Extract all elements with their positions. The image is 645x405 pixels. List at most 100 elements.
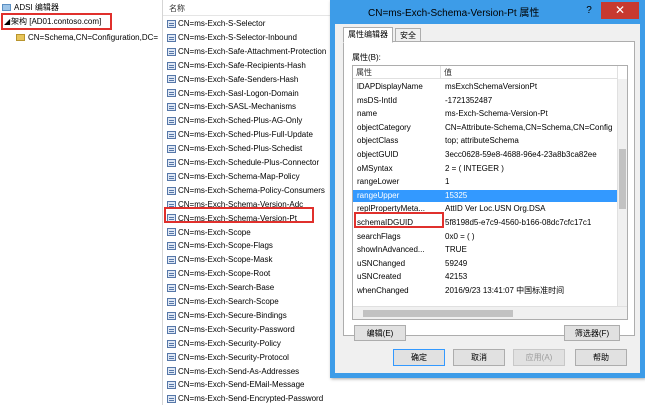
- attribute-object-icon: [167, 256, 176, 265]
- list-item-label: CN=ms-Exch-Send-As-Addresses: [178, 366, 300, 376]
- properties-dialog: CN=ms-Exch-Schema-Version-Pt 属性 ? ✕ 属性编辑…: [330, 0, 645, 378]
- tab-security[interactable]: 安全: [395, 28, 421, 42]
- column-header-value[interactable]: 值: [441, 66, 618, 79]
- vertical-scroll-thumb[interactable]: [619, 149, 626, 209]
- attribute-value: 59249: [445, 258, 468, 268]
- attribute-name: objectClass: [357, 136, 399, 146]
- attribute-value: 1: [445, 177, 450, 187]
- attribute-object-icon: [167, 325, 176, 334]
- tree-schema-label: CN=Schema,CN=Configuration,DC=: [28, 33, 159, 42]
- list-item[interactable]: CN=ms-Exch-Scope-Flags: [167, 240, 335, 252]
- list-item-label: CN=ms-Exch-Sched-Plus-Full-Update: [178, 130, 313, 140]
- attribute-name: searchFlags: [357, 231, 401, 241]
- cancel-button[interactable]: 取消: [453, 349, 505, 366]
- attribute-row[interactable]: objectGUID 3ecc0628-59e8-4688-96e4-23a8b3…: [353, 149, 618, 161]
- close-button[interactable]: ✕: [601, 2, 639, 19]
- list-item-label: CN=ms-Exch-Scope: [178, 227, 251, 237]
- list-item[interactable]: CN=ms-Exch-Send-As-Addresses: [167, 366, 335, 378]
- list-item[interactable]: CN=ms-Exch-Schema-Policy-Consumers: [167, 185, 335, 197]
- attribute-grid[interactable]: 属性 值 lDAPDisplayName msExchSchemaVersionP…: [352, 65, 628, 320]
- attribute-name: uSNCreated: [357, 272, 402, 282]
- list-item[interactable]: CN=ms-Exch-Secure-Bindings: [167, 310, 335, 322]
- attribute-object-icon: [167, 242, 176, 251]
- list-item[interactable]: CN=ms-Exch-Security-Protocol: [167, 352, 335, 364]
- help-button[interactable]: 帮助: [575, 349, 627, 366]
- list-item[interactable]: CN=ms-Exch-Safe-Recipients-Hash: [167, 60, 335, 72]
- attribute-object-icon: [167, 297, 176, 306]
- attribute-row[interactable]: uSNChanged 59249: [353, 258, 618, 270]
- attribute-object-icon: [167, 186, 176, 195]
- list-item[interactable]: CN=ms-Exch-Schedule-Plus-Connector: [167, 157, 335, 169]
- list-item-label: CN=ms-Exch-Sched-Plus-Schedist: [178, 144, 303, 154]
- list-item[interactable]: CN=ms-Exch-Security-Password: [167, 324, 335, 336]
- attribute-object-icon: [167, 103, 176, 112]
- list-item-label: CN=ms-Exch-Scope-Root: [178, 269, 271, 279]
- attribute-row[interactable]: objectCategory CN=Attribute-Schema,CN=Sch…: [353, 122, 618, 134]
- list-item-label: CN=ms-Exch-SASL-Mechanisms: [178, 102, 297, 112]
- attribute-row[interactable]: lDAPDisplayName msExchSchemaVersionPt: [353, 81, 618, 93]
- list-item[interactable]: CN=ms-Exch-Sched-Plus-AG-Only: [167, 115, 335, 127]
- attribute-object-icon: [167, 367, 176, 376]
- attribute-object-icon: [167, 172, 176, 181]
- list-item[interactable]: CN=ms-Exch-SASL-Mechanisms: [167, 101, 335, 113]
- list-item[interactable]: CN=ms-Exch-S-Selector: [167, 18, 335, 30]
- attribute-name: whenChanged: [357, 286, 409, 295]
- object-list-pane: 名称 CN=ms-Exch-S-Selector CN=ms-Exch-S-Sel…: [163, 0, 335, 405]
- tree-schema-node[interactable]: CN=Schema,CN=Configuration,DC=: [16, 32, 158, 44]
- dialog-titlebar[interactable]: CN=ms-Exch-Schema-Version-Pt 属性 ? ✕: [330, 0, 645, 24]
- attribute-row[interactable]: searchFlags 0x0 = ( ): [353, 231, 618, 243]
- attribute-editor-page: 属性(B): 属性 值 lDAPDisplayName msExchSchemaV…: [343, 41, 635, 341]
- list-header-name[interactable]: 名称: [163, 0, 335, 16]
- column-header-attribute[interactable]: 属性: [353, 66, 441, 79]
- attribute-row[interactable]: uSNCreated 42153: [353, 271, 618, 283]
- horizontal-scroll-thumb[interactable]: [363, 310, 513, 317]
- list-item[interactable]: CN=ms-Exch-Send-Encrypted-Password: [167, 393, 335, 405]
- attribute-row[interactable]: oMSyntax 2 = ( INTEGER ): [353, 163, 618, 175]
- attribute-value: -1721352487: [445, 95, 493, 105]
- horizontal-scrollbar[interactable]: [353, 306, 627, 319]
- filter-button[interactable]: 筛选器(F): [564, 325, 620, 341]
- list-item-label: CN=ms-Exch-Search-Base: [178, 283, 275, 293]
- list-item[interactable]: CN=ms-Exch-Scope: [167, 227, 335, 239]
- list-item-label: CN=ms-Exch-Safe-Senders-Hash: [178, 74, 299, 84]
- attribute-row[interactable]: whenChanged 2016/9/23 13:41:07 中国标准时间: [353, 285, 618, 297]
- list-item[interactable]: CN=ms-Exch-Search-Scope: [167, 296, 335, 308]
- attribute-value: ms-Exch-Schema-Version-Pt: [445, 109, 548, 119]
- list-item[interactable]: CN=ms-Exch-Safe-Attachment-Protection: [167, 46, 335, 58]
- list-item[interactable]: CN=ms-Exch-Scope-Root: [167, 268, 335, 280]
- edit-button[interactable]: 编辑(E): [354, 325, 406, 341]
- list-item[interactable]: CN=ms-Exch-Scope-Mask: [167, 254, 335, 266]
- list-item[interactable]: CN=ms-Exch-Safe-Senders-Hash: [167, 74, 335, 86]
- attribute-row[interactable]: name ms-Exch-Schema-Version-Pt: [353, 108, 618, 120]
- attribute-value: 0x0 = ( ): [445, 231, 475, 241]
- attribute-value: 2016/9/23 13:41:07 中国标准时间: [445, 286, 565, 295]
- tree-root-label: ADSI 编辑器: [14, 3, 59, 12]
- attribute-value: 3ecc0628-59e8-4688-96e4-23a8b3ca82ee: [445, 150, 597, 159]
- list-item-label: CN=ms-Exch-Send-EMail-Message: [178, 380, 305, 390]
- list-item[interactable]: CN=ms-Exch-Security-Policy: [167, 338, 335, 350]
- list-item-label: CN=ms-Exch-Send-Encrypted-Password: [178, 394, 324, 404]
- attribute-row[interactable]: rangeLower 1: [353, 176, 618, 188]
- attribute-name: rangeUpper: [357, 190, 400, 200]
- list-item[interactable]: CN=ms-Exch-Schema-Map-Policy: [167, 171, 335, 183]
- list-item[interactable]: CN=ms-Exch-Send-EMail-Message: [167, 379, 335, 391]
- list-item[interactable]: CN=ms-Exch-Sched-Plus-Full-Update: [167, 129, 335, 141]
- tab-attribute-editor[interactable]: 属性编辑器: [343, 27, 393, 43]
- vertical-scrollbar[interactable]: [617, 79, 627, 308]
- apply-button[interactable]: 应用(A): [513, 349, 565, 366]
- attribute-object-icon: [167, 353, 176, 362]
- attribute-object-icon: [167, 283, 176, 292]
- attribute-row[interactable]: msDS-IntId -1721352487: [353, 95, 618, 107]
- help-icon[interactable]: ?: [581, 4, 597, 18]
- dialog-body: 属性编辑器 安全 属性(B): 属性 值 lDAPDisplayName msEx…: [335, 24, 640, 373]
- list-item[interactable]: CN=ms-Exch-Sasl-Logon-Domain: [167, 88, 335, 100]
- attribute-object-icon: [167, 89, 176, 98]
- attribute-object-icon: [167, 19, 176, 28]
- attribute-row[interactable]: rangeUpper 15325: [353, 189, 618, 202]
- ok-button[interactable]: 确定: [393, 349, 445, 366]
- list-item[interactable]: CN=ms-Exch-Sched-Plus-Schedist: [167, 143, 335, 155]
- attribute-row[interactable]: showInAdvanced... TRUE: [353, 244, 618, 256]
- list-item[interactable]: CN=ms-Exch-S-Selector-Inbound: [167, 32, 335, 44]
- attribute-row[interactable]: objectClass top; attributeSchema: [353, 135, 618, 147]
- list-item[interactable]: CN=ms-Exch-Search-Base: [167, 282, 335, 294]
